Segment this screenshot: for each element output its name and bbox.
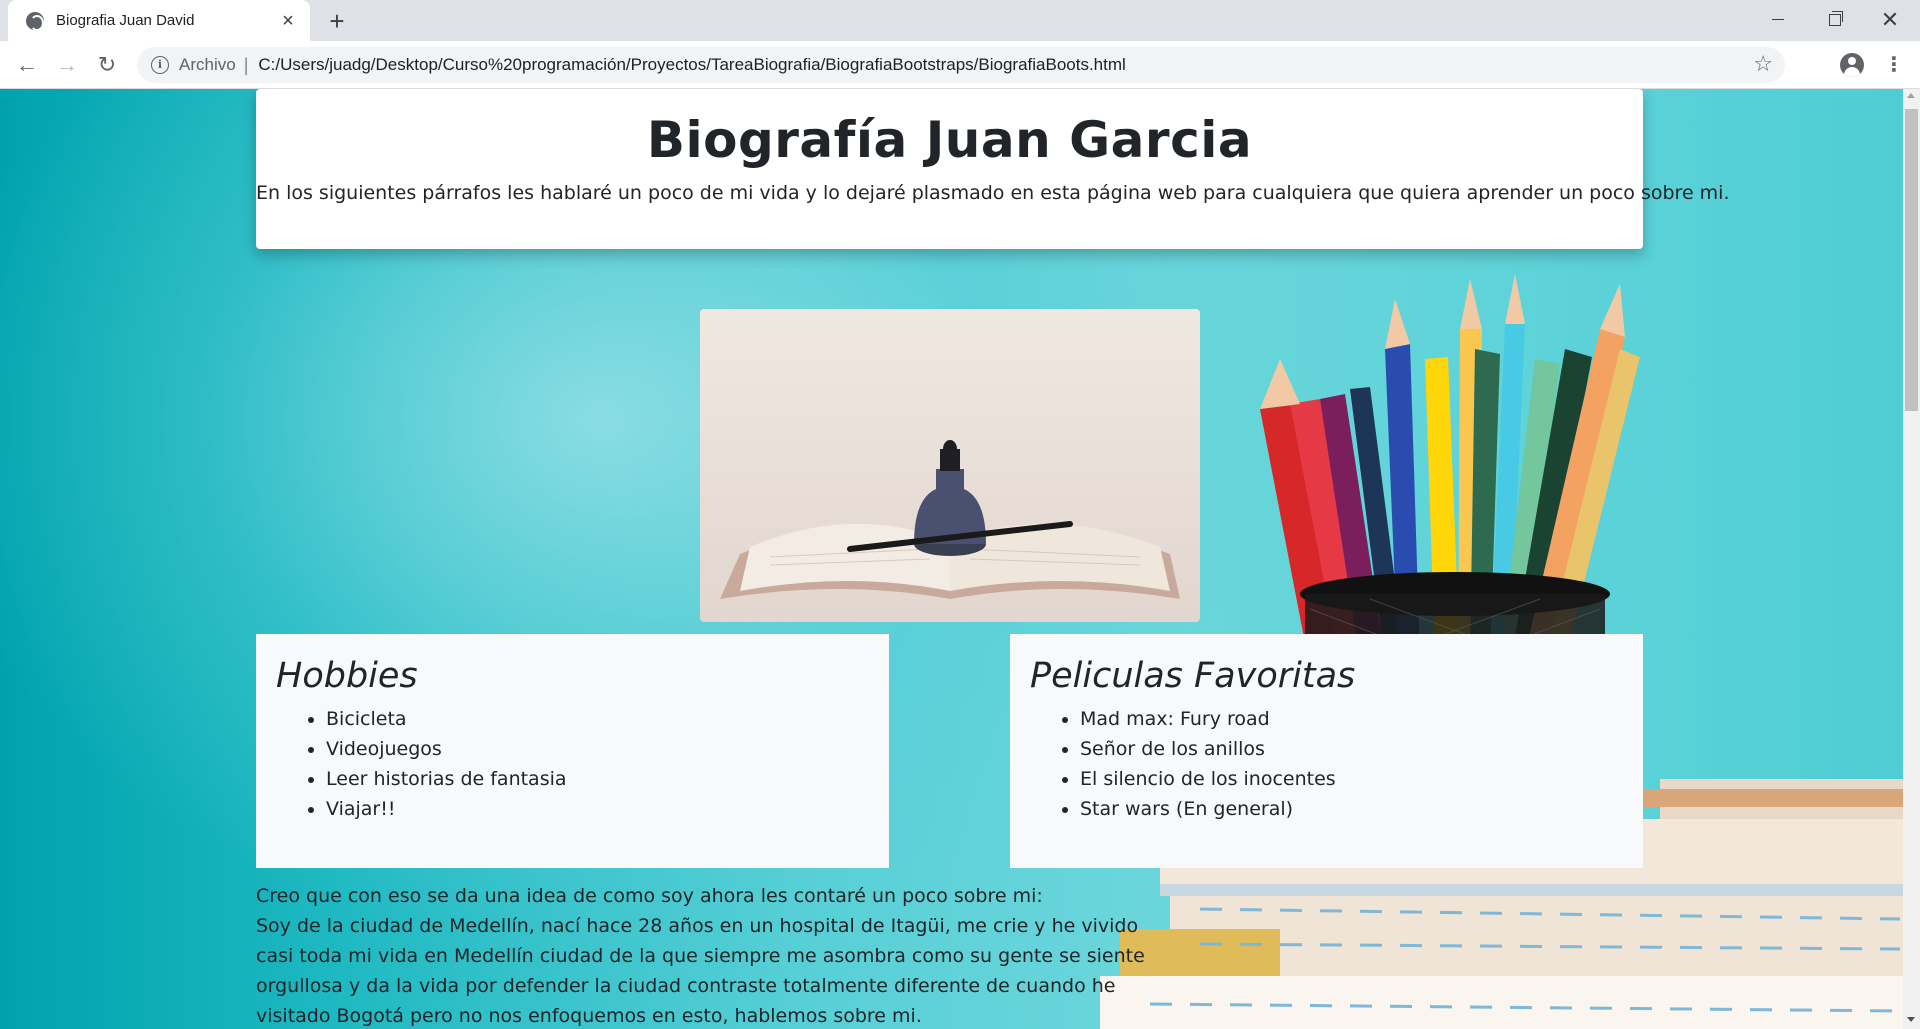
scroll-up-arrow-icon[interactable] [1907,93,1915,98]
hobbies-list: Bicicleta Videojuegos Leer historias de … [276,704,869,824]
movies-card: Peliculas Favoritas Mad max: Fury road S… [1010,634,1643,868]
star-icon[interactable]: ☆ [1753,51,1773,77]
bio-line-story: Soy de la ciudad de Medellín, nací hace … [256,915,1145,1027]
info-icon[interactable]: i [151,56,169,74]
tab-title: Biografia Juan David [56,12,195,29]
list-item: Señor de los anillos [1080,734,1623,764]
bio-paragraph: Creo que con eso se da una idea de como … [256,881,1156,1029]
list-item: Viajar!! [326,794,869,824]
book-ink-photo [700,309,1200,622]
page-title: Biografía Juan Garcia [646,111,1253,169]
new-tab-button[interactable]: + [320,6,354,36]
list-item: Leer historias de fantasia [326,764,869,794]
movies-list: Mad max: Fury road Señor de los anillos … [1030,704,1623,824]
list-item: El silencio de los inocentes [1080,764,1623,794]
browser-tab[interactable]: Biografia Juan David × [8,0,310,41]
reload-button[interactable]: ↻ [91,49,123,81]
page-viewport: Biografía Juan Garcia En los siguientes … [0,89,1903,1029]
address-bar[interactable]: i Archivo | C:/Users/juadg/Desktop/Curso… [137,47,1785,83]
minimize-button[interactable] [1750,0,1806,40]
tab-close-icon[interactable]: × [278,11,298,31]
forward-button[interactable]: → [51,49,83,81]
window-close-button[interactable]: ✕ [1862,0,1918,40]
browser-toolbar: ← → ↻ i Archivo | C:/Users/juadg/Desktop… [0,41,1920,89]
back-button[interactable]: ← [11,49,43,81]
scrollbar-thumb[interactable] [1905,109,1918,411]
account-icon[interactable] [1840,53,1864,77]
movies-heading: Peliculas Favoritas [1030,656,1356,696]
restore-button[interactable] [1806,0,1862,40]
header-card: Biografía Juan Garcia En los siguientes … [256,89,1730,249]
hobbies-card: Hobbies Bicicleta Videojuegos Leer histo… [256,634,889,868]
tab-strip: Biografia Juan David × + ✕ [0,0,1920,41]
intro-paragraph: En los siguientes párrafos les hablaré u… [256,182,1730,204]
vertical-scrollbar[interactable] [1903,89,1920,1029]
address-separator: | [243,54,249,75]
list-item: Videojuegos [326,734,869,764]
kebab-menu-icon[interactable]: ⋮ [1884,51,1904,79]
address-url[interactable]: C:/Users/juadg/Desktop/Curso%20programac… [258,55,1125,75]
list-item: Star wars (En general) [1080,794,1623,824]
scheme-label: Archivo [179,55,236,74]
hobbies-heading: Hobbies [276,656,418,696]
globe-icon [26,11,44,31]
list-item: Mad max: Fury road [1080,704,1623,734]
list-item: Bicicleta [326,704,869,734]
scroll-down-arrow-icon[interactable] [1907,1017,1915,1022]
bio-line-intro: Creo que con eso se da una idea de como … [256,885,1043,907]
